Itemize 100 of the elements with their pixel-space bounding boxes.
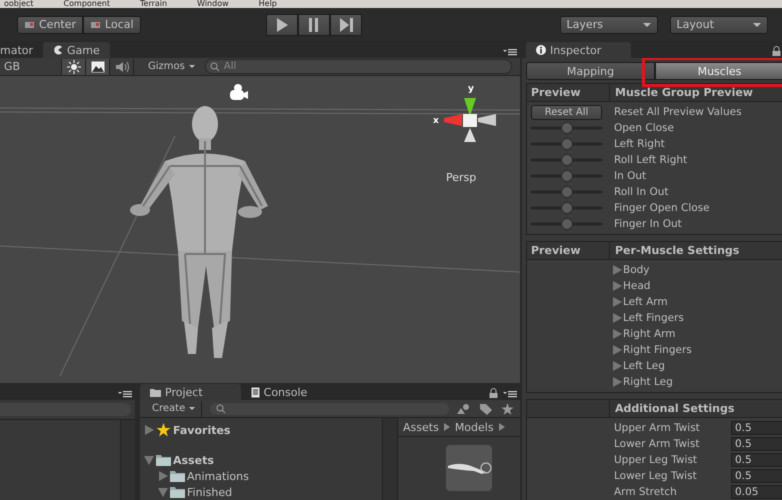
panel-tab[interactable]: Inspector bbox=[526, 42, 632, 58]
number-field[interactable]: 0.5 bbox=[731, 453, 782, 467]
section-title: Per-Muscle Settings bbox=[614, 244, 740, 257]
play-button[interactable] bbox=[266, 14, 298, 36]
foldout-label[interactable]: Body bbox=[623, 264, 650, 276]
panel-tab[interactable]: Project bbox=[140, 384, 241, 400]
breadcrumb-item[interactable]: Assets bbox=[403, 420, 439, 434]
lock-icon[interactable] bbox=[489, 388, 498, 398]
expand-arrow-icon[interactable] bbox=[613, 265, 622, 275]
expand-arrow-icon[interactable] bbox=[144, 455, 154, 465]
number-field[interactable]: 0.5 bbox=[731, 421, 782, 435]
expand-arrow-icon[interactable] bbox=[613, 361, 622, 371]
axis-label: x bbox=[433, 116, 439, 126]
search-field[interactable] bbox=[210, 402, 449, 414]
menu-item[interactable]: Help bbox=[258, 0, 277, 8]
panel-tab[interactable]: mator bbox=[0, 42, 44, 58]
menu-item[interactable]: Window bbox=[197, 0, 229, 8]
pivot-button[interactable]: Center bbox=[17, 16, 84, 34]
tree-item[interactable]: Finished bbox=[187, 486, 232, 498]
section-title: Additional Settings bbox=[614, 402, 734, 415]
slider-thumb[interactable] bbox=[560, 154, 572, 166]
breadcrumb-item[interactable]: Models bbox=[454, 420, 494, 434]
projection-label[interactable]: Persp bbox=[446, 171, 476, 184]
foldout-label[interactable]: Right Fingers bbox=[623, 344, 692, 356]
camera-icon bbox=[230, 84, 248, 100]
tree-item[interactable]: Favorites bbox=[173, 424, 230, 436]
search-field[interactable]: All bbox=[204, 59, 512, 74]
menu-item[interactable]: Terrain bbox=[140, 0, 168, 8]
number-field[interactable]: 0.5 bbox=[731, 437, 782, 451]
pause-button[interactable] bbox=[298, 14, 330, 36]
shapes-icon[interactable] bbox=[457, 402, 471, 414]
sun-icon bbox=[66, 60, 80, 74]
info-icon bbox=[536, 45, 546, 55]
expand-arrow-icon[interactable] bbox=[613, 345, 622, 355]
lighting-toggle[interactable] bbox=[62, 58, 86, 74]
slider-thumb[interactable] bbox=[560, 202, 572, 214]
expand-arrow-icon[interactable] bbox=[144, 425, 154, 435]
panel-menu-icon[interactable] bbox=[503, 390, 517, 398]
foldout-label[interactable]: Right Leg bbox=[623, 376, 673, 388]
document-icon bbox=[250, 386, 260, 398]
layers-dropdown[interactable]: Layers bbox=[560, 16, 658, 34]
expand-arrow-icon[interactable] bbox=[613, 281, 622, 291]
pivot-icon bbox=[24, 20, 36, 30]
tree-item[interactable]: Animations bbox=[187, 470, 249, 482]
menu-item[interactable]: oobject bbox=[4, 0, 34, 8]
game-icon bbox=[53, 45, 64, 55]
slider-thumb[interactable] bbox=[560, 138, 572, 150]
panel-tab[interactable]: Game bbox=[43, 42, 110, 58]
slider-thumb[interactable] bbox=[560, 218, 572, 230]
expand-arrow-icon[interactable] bbox=[613, 313, 622, 323]
field-label: Arm Stretch bbox=[613, 486, 678, 498]
star-icon[interactable] bbox=[501, 402, 514, 414]
expand-arrow-icon[interactable] bbox=[613, 297, 622, 307]
reset-all-button[interactable]: Reset All bbox=[531, 104, 602, 120]
model-thumbnail[interactable] bbox=[446, 445, 492, 491]
slider-label: Left Right bbox=[613, 138, 665, 150]
expand-arrow-icon[interactable] bbox=[158, 487, 168, 497]
chevron-icon bbox=[444, 423, 450, 431]
column-header: Preview bbox=[527, 84, 610, 101]
foldout-label[interactable]: Right Arm bbox=[623, 328, 676, 340]
expand-arrow-icon[interactable] bbox=[613, 329, 622, 339]
number-field[interactable]: 0.5 bbox=[731, 469, 782, 483]
step-button[interactable] bbox=[330, 14, 362, 36]
mode-tab[interactable]: Muscles bbox=[655, 62, 782, 80]
tree-item[interactable]: Assets bbox=[173, 454, 214, 466]
folder-icon bbox=[170, 486, 185, 498]
scrollbar[interactable] bbox=[382, 418, 397, 500]
foldout-label[interactable]: Left Fingers bbox=[623, 312, 684, 324]
slider-thumb[interactable] bbox=[560, 122, 572, 134]
slider-thumb[interactable] bbox=[560, 170, 572, 182]
foldout-label[interactable]: Head bbox=[623, 280, 650, 292]
gizmos-menu[interactable]: Gizmos bbox=[144, 61, 199, 72]
number-field[interactable]: 0.05 bbox=[731, 485, 782, 499]
foldout-label[interactable]: Left Arm bbox=[623, 296, 668, 308]
slider-thumb[interactable] bbox=[560, 186, 572, 198]
layout-dropdown[interactable]: Layout bbox=[670, 16, 768, 34]
panel-menu-icon[interactable] bbox=[503, 48, 517, 56]
folder-icon bbox=[150, 388, 161, 396]
image-toggle[interactable] bbox=[86, 58, 110, 74]
slider-label: Finger In Out bbox=[613, 218, 682, 230]
chevron-icon bbox=[498, 423, 505, 431]
lock-icon[interactable] bbox=[772, 46, 781, 56]
pivot-button[interactable]: Local bbox=[83, 16, 141, 34]
star-icon bbox=[156, 423, 171, 437]
foldout-label[interactable]: Left Leg bbox=[623, 360, 665, 372]
create-menu[interactable]: Create bbox=[140, 400, 202, 416]
row-label: Reset All Preview Values bbox=[613, 106, 742, 118]
expand-arrow-icon[interactable] bbox=[158, 471, 168, 481]
search-icon bbox=[216, 404, 226, 414]
axis-gizmo-drawing bbox=[444, 98, 496, 142]
tag-icon[interactable] bbox=[479, 402, 493, 414]
panel-menu-icon[interactable] bbox=[118, 390, 132, 398]
expand-arrow-icon[interactable] bbox=[613, 377, 622, 387]
section-title: Muscle Group Preview bbox=[614, 86, 753, 99]
mode-tab[interactable]: Mapping bbox=[526, 62, 655, 80]
menu-item[interactable]: Component bbox=[64, 0, 110, 8]
slider-label: Open Close bbox=[613, 122, 674, 134]
panel-tab[interactable]: Console bbox=[240, 384, 318, 400]
slider-label: Roll In Out bbox=[613, 186, 669, 198]
field-label: Upper Arm Twist bbox=[613, 422, 701, 434]
